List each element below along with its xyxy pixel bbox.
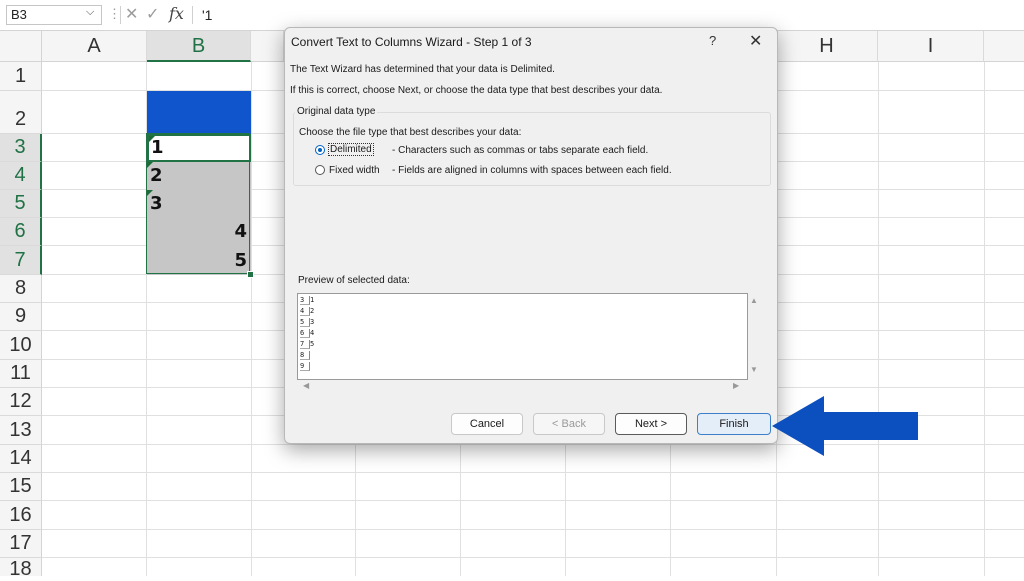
cancel-button[interactable]: Cancel (451, 413, 523, 435)
row-header[interactable]: 16 (0, 501, 42, 530)
delimited-label[interactable]: Delimited (328, 143, 374, 156)
cancel-icon[interactable]: ✕ (125, 4, 138, 24)
formula-input[interactable]: '1 (202, 7, 212, 23)
gridline (984, 62, 985, 576)
column-header-h[interactable]: H (776, 31, 878, 62)
column-header-c[interactable] (251, 31, 284, 62)
group-prompt: Choose the file type that best describes… (299, 127, 522, 138)
row-header[interactable]: 7 (0, 246, 42, 275)
preview-row: 8 (300, 351, 310, 360)
row-header[interactable]: 14 (0, 445, 42, 473)
scroll-right-icon[interactable]: ▶ (733, 381, 739, 390)
gridline (42, 500, 1024, 501)
insert-function-icon[interactable]: fx (169, 4, 184, 23)
row-header[interactable]: 17 (0, 530, 42, 558)
row-header[interactable]: 4 (0, 162, 42, 190)
cell-value: 3 (150, 193, 163, 214)
preview-row: 75 (300, 340, 315, 349)
check-icon[interactable]: ✓ (146, 4, 159, 24)
cell-value: 5 (234, 250, 247, 271)
data-preview[interactable]: 31 42 53 64 75 8 9 (297, 293, 748, 380)
fill-handle[interactable] (247, 271, 254, 278)
scroll-up-icon[interactable]: ▲ (750, 296, 758, 305)
error-indicator-icon (147, 162, 153, 168)
fixed-width-description: - Fields are aligned in columns with spa… (392, 165, 672, 176)
intro-text: If this is correct, choose Next, or choo… (290, 85, 663, 96)
finish-button[interactable]: Finish (697, 413, 771, 435)
dialog-title: Convert Text to Columns Wizard - Step 1 … (291, 35, 532, 49)
chevron-down-icon[interactable]: ⌵ (86, 6, 94, 19)
preview-row: 53 (300, 318, 315, 327)
row-header[interactable]: 8 (0, 275, 42, 303)
cell-b5[interactable]: 3 (147, 190, 251, 218)
gridline (42, 472, 1024, 473)
row-header[interactable]: 13 (0, 416, 42, 445)
row-header[interactable]: 12 (0, 388, 42, 416)
intro-text: The Text Wizard has determined that your… (290, 64, 555, 75)
scroll-down-icon[interactable]: ▼ (750, 365, 758, 374)
row-header[interactable]: 11 (0, 360, 42, 388)
back-button[interactable]: < Back (533, 413, 605, 435)
scroll-left-icon[interactable]: ◀ (303, 381, 309, 390)
gridline (878, 62, 879, 576)
select-all-corner[interactable] (0, 31, 42, 62)
column-header-b[interactable]: B (147, 31, 251, 62)
preview-row: 31 (300, 296, 315, 305)
cell-b6[interactable]: 4 (147, 218, 251, 246)
column-header-i[interactable]: I (878, 31, 984, 62)
row-header[interactable]: 6 (0, 218, 42, 246)
fixed-width-radio[interactable] (315, 165, 325, 175)
error-indicator-icon (147, 190, 153, 196)
gridline (42, 529, 1024, 530)
row-header[interactable]: 18 (0, 558, 42, 580)
row-header[interactable]: 15 (0, 473, 42, 501)
cell-value: 2 (150, 165, 163, 186)
delimited-description: - Characters such as commas or tabs sepa… (392, 145, 649, 156)
cell-b3[interactable]: 1 (147, 134, 251, 162)
group-label: Original data type (295, 106, 378, 117)
row-header[interactable]: 2 (0, 91, 42, 134)
preview-label: Preview of selected data: (298, 275, 410, 286)
header-cell-b2[interactable] (147, 91, 251, 134)
error-indicator-icon (149, 136, 155, 142)
cell-b4[interactable]: 2 (147, 162, 251, 190)
preview-row: 64 (300, 329, 315, 338)
row-header[interactable]: 3 (0, 134, 42, 162)
divider (120, 6, 121, 24)
row-header[interactable]: 10 (0, 331, 42, 360)
row-header[interactable]: 5 (0, 190, 42, 218)
gridline (251, 62, 252, 576)
preview-row: 42 (300, 307, 315, 316)
arrow-left-icon (772, 396, 918, 456)
cell-value: 4 (234, 221, 247, 242)
column-header-a[interactable]: A (42, 31, 147, 62)
row-header[interactable]: 1 (0, 62, 42, 91)
column-header-j[interactable] (984, 31, 1024, 62)
gridline (42, 557, 1024, 558)
text-to-columns-dialog: Convert Text to Columns Wizard - Step 1 … (284, 27, 778, 444)
close-button[interactable]: ✕ (749, 31, 762, 51)
row-header[interactable]: 9 (0, 303, 42, 331)
fixed-width-label[interactable]: Fixed width (329, 165, 380, 176)
divider (192, 6, 193, 24)
cell-b7[interactable]: 5 (147, 246, 251, 275)
preview-row: 9 (300, 362, 310, 371)
next-button[interactable]: Next > (615, 413, 687, 435)
delimited-radio[interactable] (315, 145, 325, 155)
help-button[interactable]: ? (709, 33, 716, 48)
